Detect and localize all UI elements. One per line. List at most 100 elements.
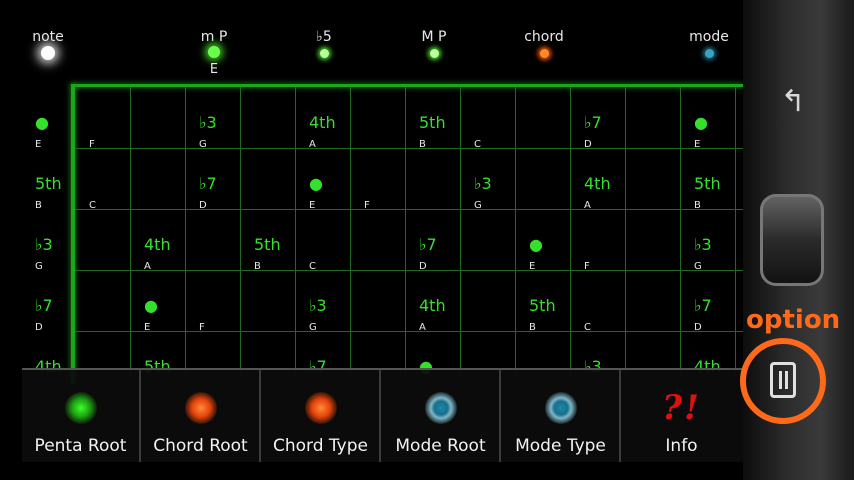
indicator-mode[interactable]: mode (684, 28, 734, 62)
degree-label: 5th (254, 235, 281, 254)
degree-label: ♭3 (694, 235, 712, 254)
fret-cell[interactable] (639, 156, 694, 216)
penta-root-glow-icon (64, 392, 97, 424)
fret-cell[interactable] (364, 278, 419, 338)
note-label: D (419, 261, 427, 272)
note-dot-icon (41, 46, 55, 60)
fret-cell[interactable]: 5th B (529, 278, 584, 338)
degree-label: ♭3 (35, 235, 53, 254)
fret-cell[interactable] (364, 95, 419, 155)
info-button[interactable]: ?! Info (622, 370, 741, 462)
fret-cell[interactable]: 4th A (584, 156, 639, 216)
fret-cell[interactable]: ● E (694, 95, 743, 155)
bottom-menu-bar: Penta Root Chord Root Chord Type Mode Ro… (22, 368, 743, 462)
fret-cell[interactable]: F (364, 156, 419, 216)
fret-cell[interactable] (529, 95, 584, 155)
degree-label: ● (529, 235, 543, 254)
note-label: A (309, 139, 316, 150)
degree-label: ♭7 (419, 235, 437, 254)
fretboard[interactable]: ● E F ♭3 G 4th A 5th B C ♭7 D ● E 5th B C ♭7 D ● E F ♭3 G 4th A 5t… (35, 87, 743, 377)
fret-cell[interactable] (199, 217, 254, 277)
indicator-major-penta[interactable]: M P (410, 28, 458, 62)
fret-cell[interactable]: 4th A (419, 278, 474, 338)
fret-cell[interactable]: ♭7 D (584, 95, 639, 155)
chord-root-label: Chord Root (153, 436, 248, 456)
fret-cell[interactable]: ♭3 G (694, 217, 743, 277)
fret-cell[interactable]: F (199, 278, 254, 338)
mode-type-button[interactable]: Mode Type (502, 370, 621, 462)
note-label: D (694, 322, 702, 333)
fret-cell[interactable] (89, 278, 144, 338)
fret-cell[interactable]: C (474, 95, 529, 155)
fret-cell[interactable]: ♭7 D (199, 156, 254, 216)
fret-cell[interactable]: ● E (529, 217, 584, 277)
fret-cell[interactable]: F (89, 95, 144, 155)
fret-cell[interactable]: ♭3 G (474, 156, 529, 216)
fret-cell[interactable] (474, 278, 529, 338)
fret-cell[interactable]: F (584, 217, 639, 277)
fret-cell[interactable] (639, 278, 694, 338)
app-screen: note m P E ♭5 M P chord mode ● E F ♭3 G 4th A 5… (0, 0, 743, 480)
fret-cell[interactable] (529, 156, 584, 216)
fret-cell[interactable]: 4th A (309, 95, 364, 155)
indicator-note[interactable]: note (26, 28, 70, 64)
fret-cell[interactable]: ♭3 G (309, 278, 364, 338)
back-icon[interactable]: ↰ (775, 82, 811, 122)
fret-cell[interactable]: ● E (144, 278, 199, 338)
fret-cell[interactable] (254, 156, 309, 216)
note-label: G (309, 322, 317, 333)
fret-cell[interactable] (639, 217, 694, 277)
fret-cell[interactable]: ♭3 G (199, 95, 254, 155)
fret-cell[interactable] (474, 217, 529, 277)
fret-cell[interactable]: ♭3 G (35, 217, 90, 277)
fret-cell[interactable] (144, 156, 199, 216)
fret-cell[interactable] (639, 95, 694, 155)
chord-root-button[interactable]: Chord Root (142, 370, 261, 462)
fret-cell[interactable]: C (309, 217, 364, 277)
note-label: D (584, 139, 592, 150)
fret-cell[interactable]: C (89, 156, 144, 216)
fret-cell[interactable] (144, 95, 199, 155)
degree-label: 5th (419, 113, 446, 132)
fret-cell[interactable]: 4th A (144, 217, 199, 277)
major-penta-dot-icon (429, 49, 439, 58)
fret-cell[interactable]: ♭7 D (694, 278, 743, 338)
fret-cell[interactable]: ● E (309, 156, 364, 216)
indicator-chord[interactable]: chord (516, 28, 572, 62)
home-button[interactable] (760, 194, 824, 286)
indicator-minor-penta[interactable]: m P E (190, 28, 238, 78)
chord-type-button[interactable]: Chord Type (262, 370, 381, 462)
fret-cell[interactable]: ♭7 D (35, 278, 90, 338)
penta-root-button[interactable]: Penta Root (22, 370, 141, 462)
fret-cell[interactable]: 5th B (254, 217, 309, 277)
mode-root-button[interactable]: Mode Root (382, 370, 501, 462)
indicator-flat5[interactable]: ♭5 (302, 28, 346, 62)
fret-cell[interactable]: ● E (35, 95, 90, 155)
fret-cell[interactable]: 5th B (694, 156, 743, 216)
chord-type-label: Chord Type (273, 436, 368, 456)
info-label: Info (665, 436, 698, 456)
indicator-major-penta-label: M P (421, 29, 447, 45)
fret-cell[interactable]: ♭7 D (419, 217, 474, 277)
fret-cell[interactable] (89, 217, 144, 277)
mode-type-glow-icon (544, 392, 577, 424)
note-label: B (694, 200, 701, 211)
degree-label: ♭7 (694, 296, 712, 315)
menu-icon[interactable] (770, 362, 796, 398)
fret-cell[interactable] (419, 156, 474, 216)
note-label: C (474, 139, 481, 150)
fret-cell[interactable]: 5th B (35, 156, 90, 216)
fret-cell[interactable]: 5th B (419, 95, 474, 155)
mode-dot-icon (704, 49, 714, 58)
note-label: E (309, 200, 316, 211)
note-label: G (474, 200, 482, 211)
fret-cell[interactable] (364, 217, 419, 277)
note-label: A (144, 261, 151, 272)
degree-label: 4th (144, 235, 171, 254)
degree-label: ♭3 (474, 174, 492, 193)
degree-label: ● (144, 296, 158, 315)
fret-cell[interactable]: C (584, 278, 639, 338)
fret-cell[interactable] (254, 95, 309, 155)
fret-cell[interactable] (254, 278, 309, 338)
degree-label: ♭3 (199, 113, 217, 132)
